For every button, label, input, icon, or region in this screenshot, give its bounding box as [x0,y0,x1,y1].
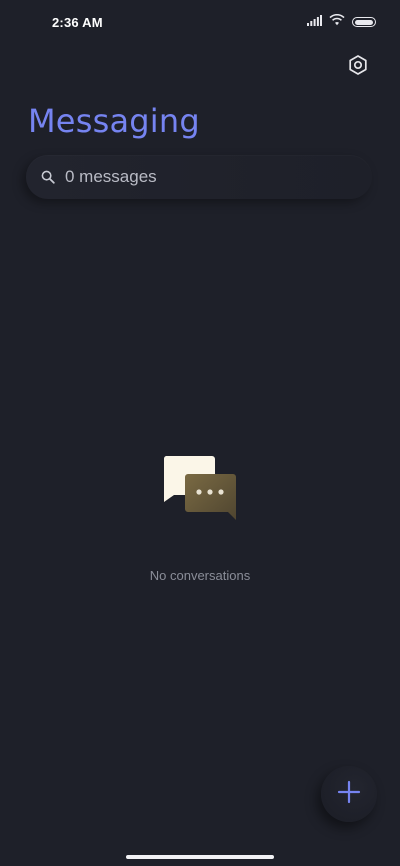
search-input[interactable] [65,167,325,187]
empty-state-illustration [160,452,240,524]
search-icon [40,169,56,185]
chat-bubbles-icon [160,456,240,528]
settings-button[interactable] [346,54,370,81]
home-indicator[interactable] [126,855,274,859]
empty-state-text: No conversations [149,568,251,583]
status-time: 2:36 AM [52,15,103,30]
signal-icon [307,13,322,31]
status-bar: 2:36 AM [0,0,400,44]
status-icons [307,13,376,31]
search-bar[interactable] [26,155,372,199]
new-conversation-button[interactable] [321,766,377,822]
page-title: Messaging [28,102,200,140]
wifi-icon [329,13,345,31]
gear-icon [347,54,369,81]
plus-icon [337,780,361,809]
battery-icon [352,17,376,27]
